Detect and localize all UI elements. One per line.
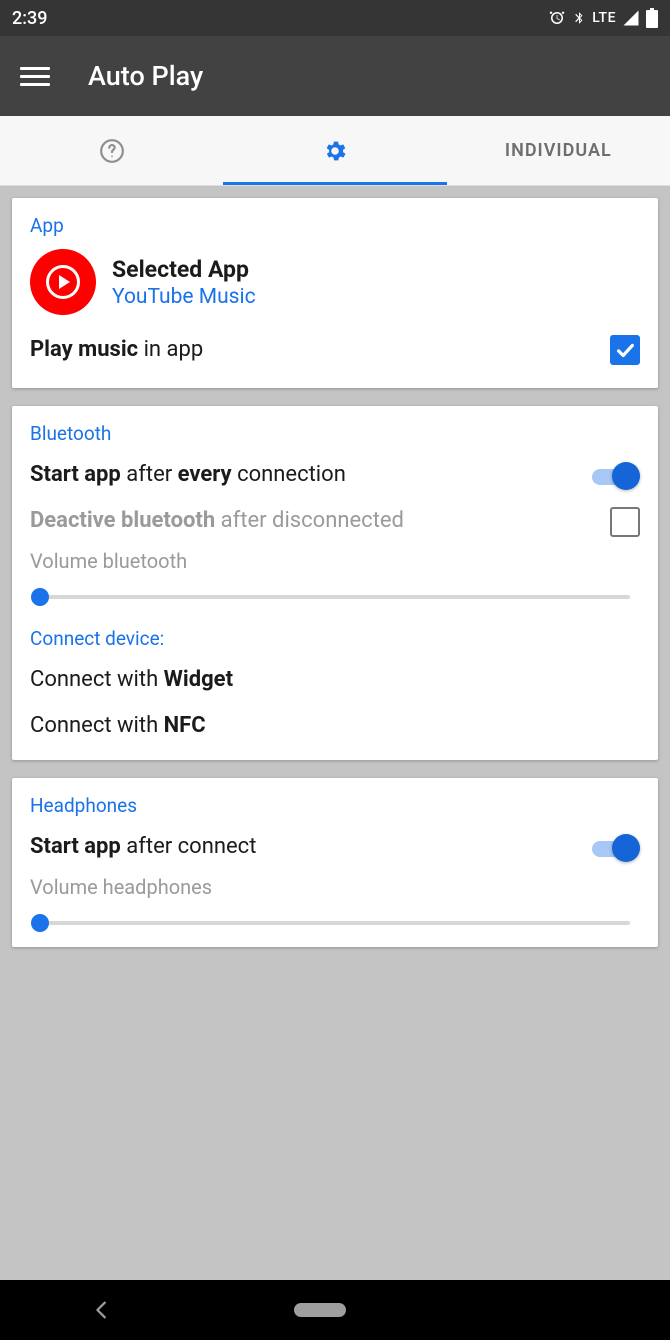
bt-start-label: Start app after every connection	[30, 460, 592, 491]
bt-start-row[interactable]: Start app after every connection	[12, 453, 658, 499]
tab-individual-label: INDIVIDUAL	[505, 140, 612, 161]
alarm-icon	[548, 9, 566, 27]
gear-icon	[322, 138, 348, 164]
section-app: App	[12, 198, 658, 245]
selected-app-title: Selected App	[112, 256, 256, 283]
bt-start-switch[interactable]	[592, 462, 640, 490]
card-bluetooth: Bluetooth Start app after every connecti…	[12, 406, 658, 760]
connect-widget-label: Connect with Widget	[30, 665, 640, 696]
bt-deactivate-label: Deactive bluetooth after disconnected	[30, 506, 610, 537]
bt-deactivate-checkbox[interactable]	[610, 507, 640, 537]
help-icon	[99, 138, 125, 164]
nav-home-pill[interactable]	[294, 1303, 346, 1317]
connect-nfc-row[interactable]: Connect with NFC	[12, 704, 658, 750]
connect-nfc-label: Connect with NFC	[30, 711, 640, 742]
nav-spacer	[527, 1303, 579, 1317]
hp-volume-label: Volume headphones	[30, 875, 640, 899]
selected-app-row[interactable]: Selected App YouTube Music	[12, 245, 658, 323]
bt-volume-slider[interactable]	[40, 595, 630, 599]
bluetooth-icon	[572, 9, 586, 27]
status-time: 2:39	[12, 8, 47, 29]
section-headphones: Headphones	[12, 778, 658, 825]
tab-individual[interactable]: INDIVIDUAL	[447, 116, 670, 185]
bt-volume-row: Volume bluetooth	[12, 545, 658, 611]
tab-settings[interactable]	[223, 116, 446, 185]
tabs: INDIVIDUAL	[0, 116, 670, 186]
play-music-label: Play music in app	[30, 335, 610, 366]
hp-volume-slider[interactable]	[40, 921, 630, 925]
play-music-row[interactable]: Play music in app	[12, 323, 658, 378]
card-headphones: Headphones Start app after connect Volum…	[12, 778, 658, 947]
connect-widget-row[interactable]: Connect with Widget	[12, 658, 658, 704]
menu-icon[interactable]	[20, 67, 50, 86]
hp-start-switch[interactable]	[592, 834, 640, 862]
status-network: LTE	[592, 10, 616, 26]
nav-back-icon[interactable]	[91, 1299, 113, 1321]
hp-volume-row: Volume headphones	[12, 871, 658, 937]
section-connect-device: Connect device:	[12, 611, 658, 658]
app-title: Auto Play	[88, 60, 203, 92]
section-bluetooth: Bluetooth	[12, 406, 658, 453]
play-music-checkbox[interactable]	[610, 335, 640, 365]
bt-volume-label: Volume bluetooth	[30, 549, 640, 573]
hp-start-row[interactable]: Start app after connect	[12, 825, 658, 871]
bt-deactivate-row[interactable]: Deactive bluetooth after disconnected	[12, 499, 658, 545]
selected-app-sub: YouTube Music	[112, 285, 256, 309]
signal-icon	[622, 9, 640, 27]
youtube-music-icon	[30, 249, 96, 315]
status-bar: 2:39 LTE	[0, 0, 670, 36]
android-navbar	[0, 1280, 670, 1340]
app-bar: Auto Play	[0, 36, 670, 116]
tab-help[interactable]	[0, 116, 223, 185]
card-app: App Selected App YouTube Music Play musi…	[12, 198, 658, 388]
hp-start-label: Start app after connect	[30, 832, 592, 863]
content: App Selected App YouTube Music Play musi…	[0, 186, 670, 1280]
battery-icon	[646, 8, 658, 28]
